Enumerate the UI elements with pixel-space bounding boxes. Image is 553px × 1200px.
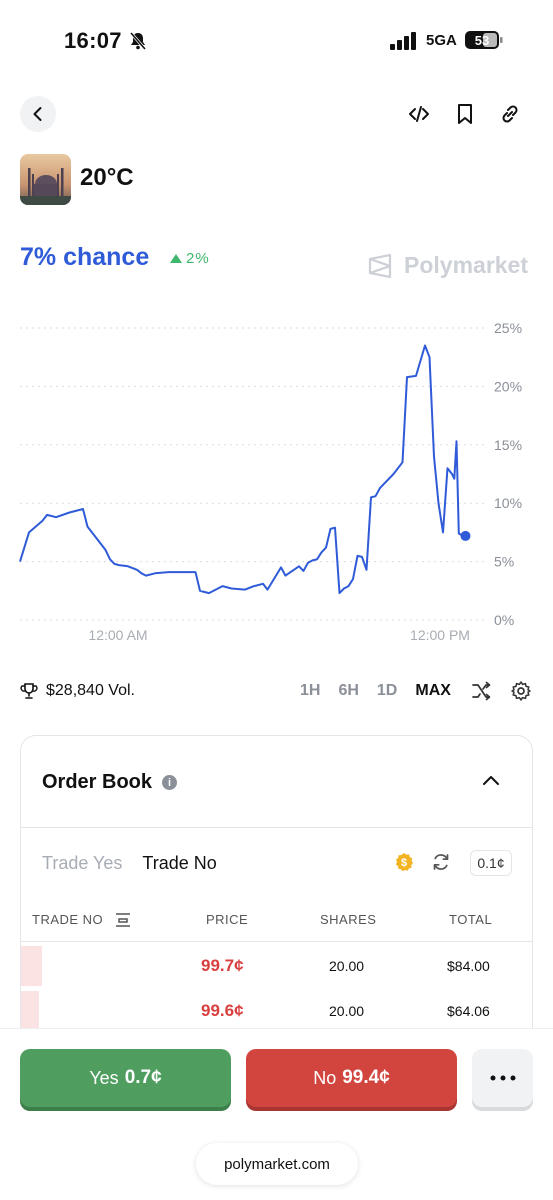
col-shares: SHARES (320, 912, 377, 927)
tick-size-selector[interactable]: 0.1¢ (470, 850, 512, 876)
order-shares: 20.00 (329, 1003, 365, 1019)
range-max[interactable]: MAX (415, 682, 451, 700)
bell-muted-icon (129, 32, 147, 50)
buy-no-price: 99.4¢ (342, 1067, 390, 1088)
tab-trade-yes[interactable]: Trade Yes (42, 853, 122, 874)
polymarket-logo-icon (368, 253, 392, 278)
buy-yes-price: 0.7¢ (124, 1067, 162, 1088)
time-range-tabs: 1H 6H 1D MAX (300, 682, 451, 700)
battery-level: 53 (475, 33, 489, 48)
price-chart[interactable]: 25% 20% 15% 10% 5% 0% 12:00 AM 12:00 PM (0, 310, 553, 650)
network-type: 5GA (426, 32, 457, 49)
y-tick-label: 10% (494, 495, 522, 511)
order-book-header[interactable]: Order Book i (21, 736, 532, 828)
buy-yes-button[interactable]: Yes 0.7¢ (20, 1049, 231, 1107)
y-tick-label: 15% (494, 437, 522, 453)
link-icon[interactable] (498, 102, 522, 126)
depth-bar (21, 991, 39, 1031)
col-price: PRICE (206, 912, 249, 927)
order-price: 99.7¢ (201, 956, 244, 975)
x-tick-label: 12:00 PM (410, 627, 470, 643)
order-shares: 20.00 (329, 958, 365, 974)
triangle-up-icon (170, 254, 182, 263)
svg-text:$: $ (401, 857, 407, 869)
status-time: 16:07 (64, 28, 122, 53)
y-tick-label: 5% (494, 554, 514, 570)
chevron-up-icon[interactable] (480, 770, 502, 792)
align-center-icon[interactable] (115, 912, 131, 928)
depth-bar (21, 946, 42, 986)
volume: $28,840 Vol. (20, 682, 135, 700)
y-tick-label: 20% (494, 378, 522, 394)
market-title: 20°C (80, 164, 134, 191)
x-tick-label: 12:00 AM (88, 627, 147, 643)
more-options-button[interactable] (472, 1049, 533, 1107)
y-tick-label: 0% (494, 612, 514, 628)
chance-value: 7% chance (20, 243, 150, 271)
y-tick-label: 25% (494, 320, 522, 336)
volume-label: $28,840 Vol. (46, 682, 135, 699)
gear-icon[interactable] (510, 680, 532, 702)
order-book-title-text: Order Book (42, 771, 153, 793)
series-endpoint (460, 530, 471, 541)
status-bar: 16:07 5GA 53 (0, 26, 553, 58)
brand-watermark: Polymarket (368, 252, 528, 279)
buy-no-button[interactable]: No 99.4¢ (246, 1049, 457, 1107)
trade-tabs: Trade Yes Trade No (42, 853, 217, 874)
back-button[interactable] (20, 96, 56, 132)
market-image (20, 154, 71, 205)
series-line (19, 344, 466, 595)
tab-trade-no[interactable]: Trade No (142, 853, 216, 874)
col-total: TOTAL (449, 912, 493, 927)
bookmark-icon[interactable] (453, 102, 477, 126)
battery-icon: 53 (465, 31, 503, 49)
range-6h[interactable]: 6H (338, 682, 358, 700)
signal-icon (390, 32, 416, 50)
order-total: $64.06 (447, 1003, 490, 1019)
info-icon[interactable]: i (162, 775, 178, 790)
order-row[interactable]: 99.6¢ 20.00 $64.06 (21, 989, 532, 1033)
url-bar[interactable]: polymarket.com (196, 1143, 358, 1185)
buy-no-label: No (313, 1067, 337, 1088)
order-book-columns: TRADE NO PRICE SHARES TOTAL (21, 908, 532, 942)
range-1h[interactable]: 1H (300, 682, 320, 700)
shuffle-icon[interactable] (470, 680, 492, 702)
range-1d[interactable]: 1D (377, 682, 397, 700)
order-book-title: Order Book i (42, 771, 178, 794)
action-bar: Yes 0.7¢ No 99.4¢ polymarket.com (0, 1028, 553, 1200)
brand-name: Polymarket (404, 252, 529, 278)
volume-row: $28,840 Vol. 1H 6H 1D MAX (0, 678, 553, 708)
coin-icon[interactable]: $ (394, 852, 414, 872)
chevron-left-icon (33, 107, 42, 121)
embed-code-icon[interactable] (407, 102, 431, 126)
chance-delta-value: 2% (186, 250, 210, 267)
trophy-icon (20, 683, 38, 699)
chance-delta: 2% (170, 250, 210, 267)
ellipsis-icon (490, 1075, 515, 1081)
refresh-icon[interactable] (431, 852, 451, 872)
buy-yes-label: Yes (89, 1067, 119, 1088)
order-row[interactable]: 99.7¢ 20.00 $84.00 (21, 944, 532, 988)
order-total: $84.00 (447, 958, 490, 974)
top-nav (0, 96, 553, 136)
order-book-card: Order Book i Trade Yes Trade No $ 0.1¢ T… (20, 735, 533, 1075)
col-trade-no: TRADE NO (32, 912, 104, 927)
order-price: 99.6¢ (201, 1001, 244, 1020)
